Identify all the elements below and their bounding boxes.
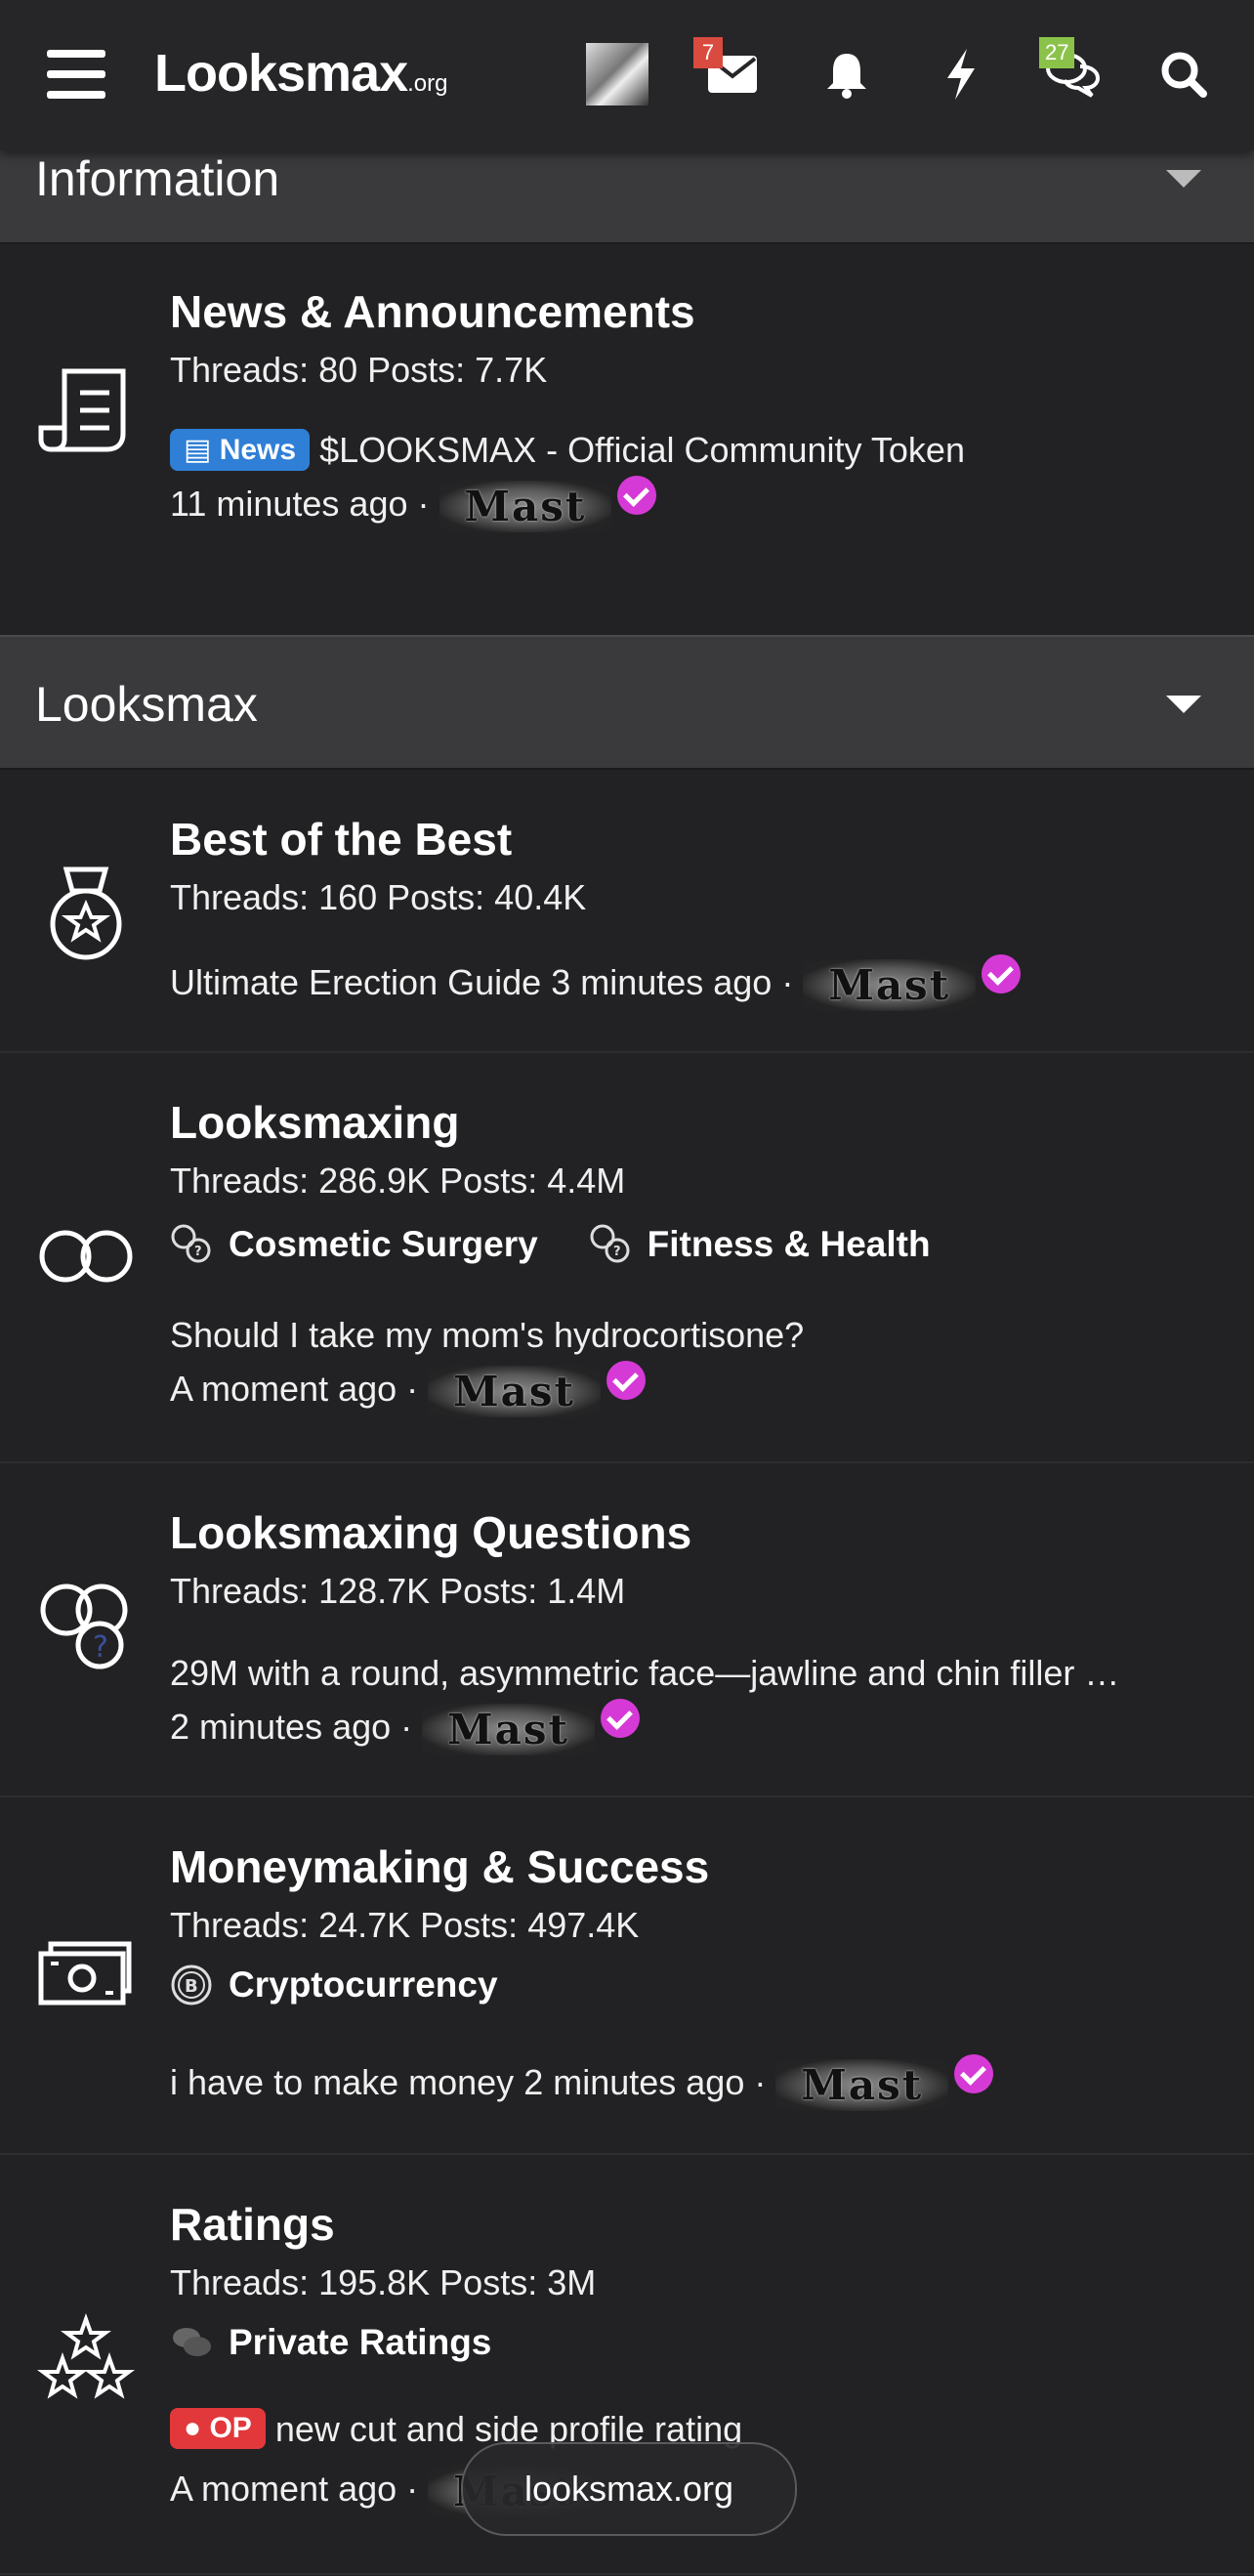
menu-icon[interactable] bbox=[47, 50, 105, 99]
latest-post-time: A moment ago · bbox=[170, 1369, 419, 1410]
forum-stats: Threads: 160 Posts: 40.4K bbox=[170, 877, 587, 917]
conversations-badge: 27 bbox=[1039, 37, 1075, 68]
newspaper-icon bbox=[38, 368, 126, 452]
verified-badge-icon bbox=[617, 475, 657, 515]
section-title: Looksmax bbox=[35, 677, 258, 732]
latest-thread-link[interactable]: Should I take my mom's hydrocortisone? bbox=[170, 1315, 804, 1356]
username-link[interactable]: Mast bbox=[439, 481, 612, 532]
collapse-caret-icon[interactable] bbox=[1166, 696, 1201, 713]
latest-thread-row: i have to make money 2 minutes ago · Mas… bbox=[170, 2053, 994, 2111]
subforum-label: Private Ratings bbox=[229, 2322, 492, 2362]
subforum-list: ? Cosmetic Surgery ? Fitness & Health bbox=[170, 1223, 982, 1266]
forum-title[interactable]: Looksmaxing Questions bbox=[170, 1506, 691, 1559]
latest-post-time: 3 minutes ago · bbox=[551, 962, 794, 1003]
op-prefix-badge: ● OP bbox=[170, 2408, 266, 2450]
messages-badge: 7 bbox=[693, 37, 723, 68]
search-button[interactable] bbox=[1152, 43, 1215, 106]
bitcoin-icon: B bbox=[171, 1964, 212, 2006]
subforum-list: B Cryptocurrency bbox=[170, 1964, 549, 2006]
latest-thread-row: ▤ News $LOOKSMAX - Official Community Tok… bbox=[170, 428, 965, 474]
username-link[interactable]: Mast bbox=[428, 1366, 601, 1417]
infinity-icon bbox=[39, 1230, 133, 1283]
forum-node-looksmaxing[interactable]: Looksmaxing Threads: 286.9K Posts: 4.4M … bbox=[0, 1051, 1254, 1463]
latest-thread-link[interactable]: Ultimate Erection Guide bbox=[170, 962, 541, 1002]
top-navigation-bar: Looksmax.org 7 27 bbox=[0, 0, 1254, 150]
stars-icon bbox=[37, 2313, 135, 2399]
medal-icon bbox=[50, 866, 122, 960]
subforum-link-fitness-health[interactable]: ? Fitness & Health bbox=[589, 1223, 931, 1266]
username-link[interactable]: Mast bbox=[803, 959, 977, 1011]
subforum-link-private-ratings[interactable]: Private Ratings bbox=[170, 2321, 491, 2364]
site-logo[interactable]: Looksmax.org bbox=[154, 43, 447, 104]
svg-text:?: ? bbox=[194, 1245, 202, 1259]
latest-post-time: 2 minutes ago · bbox=[170, 1707, 413, 1748]
forum-node-news[interactable]: News & Announcements Threads: 80 Posts: … bbox=[0, 242, 1254, 635]
svg-text:B: B bbox=[185, 1976, 198, 1997]
verified-badge-icon bbox=[600, 1698, 640, 1738]
forum-title[interactable]: Best of the Best bbox=[170, 813, 512, 866]
question-bubbles-icon: ? bbox=[590, 1224, 630, 1263]
subforum-link-cosmetic-surgery[interactable]: ? Cosmetic Surgery bbox=[170, 1223, 538, 1266]
comments-icon bbox=[173, 2328, 211, 2356]
alerts-button[interactable] bbox=[815, 43, 878, 106]
latest-thread-row: Ultimate Erection Guide 3 minutes ago · … bbox=[170, 953, 1022, 1011]
forum-stats: Threads: 195.8K Posts: 3M bbox=[170, 2262, 597, 2302]
latest-post-meta: A moment ago · Mast bbox=[170, 1360, 646, 1417]
latest-post-time: 11 minutes ago · bbox=[170, 484, 430, 525]
forum-stats: Threads: 24.7K Posts: 497.4K bbox=[170, 1905, 640, 1945]
forum-title[interactable]: Moneymaking & Success bbox=[170, 1840, 709, 1893]
forum-title[interactable]: Ratings bbox=[170, 2198, 335, 2251]
search-icon bbox=[1161, 52, 1207, 98]
latest-post-meta: 11 minutes ago · Mast bbox=[170, 475, 657, 532]
question-bubbles-icon: ? bbox=[171, 1224, 211, 1263]
forum-title[interactable]: Looksmaxing bbox=[170, 1096, 460, 1149]
subforum-label: Fitness & Health bbox=[647, 1224, 931, 1264]
latest-post-time: 2 minutes ago · bbox=[523, 2062, 767, 2103]
whats-new-button[interactable] bbox=[930, 43, 992, 106]
forum-node-looksmaxing-questions[interactable]: ? Looksmaxing Questions Threads: 128.7K … bbox=[0, 1461, 1254, 1797]
latest-thread-link[interactable]: 29M with a round, asymmetric face—jawlin… bbox=[170, 1653, 1119, 1694]
latest-post-time: A moment ago · bbox=[170, 2469, 419, 2510]
logo-suffix: .org bbox=[407, 70, 448, 97]
logo-main: Looksmax bbox=[154, 44, 408, 103]
latest-post-meta: 2 minutes ago · Mast bbox=[170, 1698, 640, 1755]
section-header-looksmax[interactable]: Looksmax bbox=[0, 635, 1254, 770]
section-title: Information bbox=[35, 151, 280, 206]
latest-thread-link[interactable]: $LOOKSMAX - Official Community Token bbox=[319, 430, 965, 470]
forum-node-best-of-the-best[interactable]: Best of the Best Threads: 160 Posts: 40.… bbox=[0, 768, 1254, 1053]
username-link[interactable]: Mast bbox=[775, 2059, 949, 2111]
forum-stats: Threads: 80 Posts: 7.7K bbox=[170, 350, 548, 390]
subforum-list: Private Ratings bbox=[170, 2321, 542, 2364]
username-link[interactable]: Mast bbox=[422, 1704, 595, 1755]
url-toast[interactable]: looksmax.org bbox=[461, 2442, 797, 2536]
forum-stats: Threads: 128.7K Posts: 1.4M bbox=[170, 1571, 626, 1611]
prefix-label: OP bbox=[209, 2412, 252, 2445]
verified-badge-icon bbox=[982, 953, 1022, 993]
forum-title[interactable]: News & Announcements bbox=[170, 285, 695, 338]
collapse-caret-icon[interactable] bbox=[1166, 170, 1201, 188]
forum-stats: Threads: 286.9K Posts: 4.4M bbox=[170, 1161, 626, 1201]
question-bubbles-icon: ? bbox=[40, 1584, 128, 1669]
svg-text:?: ? bbox=[93, 1630, 108, 1665]
messages-button[interactable]: 7 bbox=[693, 37, 764, 106]
verified-badge-icon bbox=[954, 2053, 994, 2093]
subforum-link-cryptocurrency[interactable]: B Cryptocurrency bbox=[170, 1964, 498, 2006]
bell-icon bbox=[827, 54, 866, 99]
news-prefix-badge: ▤ News bbox=[170, 428, 311, 471]
subforum-label: Cosmetic Surgery bbox=[229, 1224, 538, 1264]
latest-thread-link[interactable]: i have to make money bbox=[170, 2062, 514, 2102]
prefix-label: News bbox=[219, 433, 297, 466]
verified-badge-icon bbox=[606, 1360, 646, 1400]
svg-text:?: ? bbox=[613, 1245, 621, 1259]
conversations-button[interactable]: 27 bbox=[1039, 37, 1104, 106]
money-icon bbox=[38, 1941, 132, 2006]
subforum-label: Cryptocurrency bbox=[229, 1964, 498, 2005]
forum-node-moneymaking[interactable]: Moneymaking & Success Threads: 24.7K Pos… bbox=[0, 1795, 1254, 2155]
bolt-icon bbox=[947, 49, 975, 100]
avatar[interactable] bbox=[586, 43, 648, 106]
